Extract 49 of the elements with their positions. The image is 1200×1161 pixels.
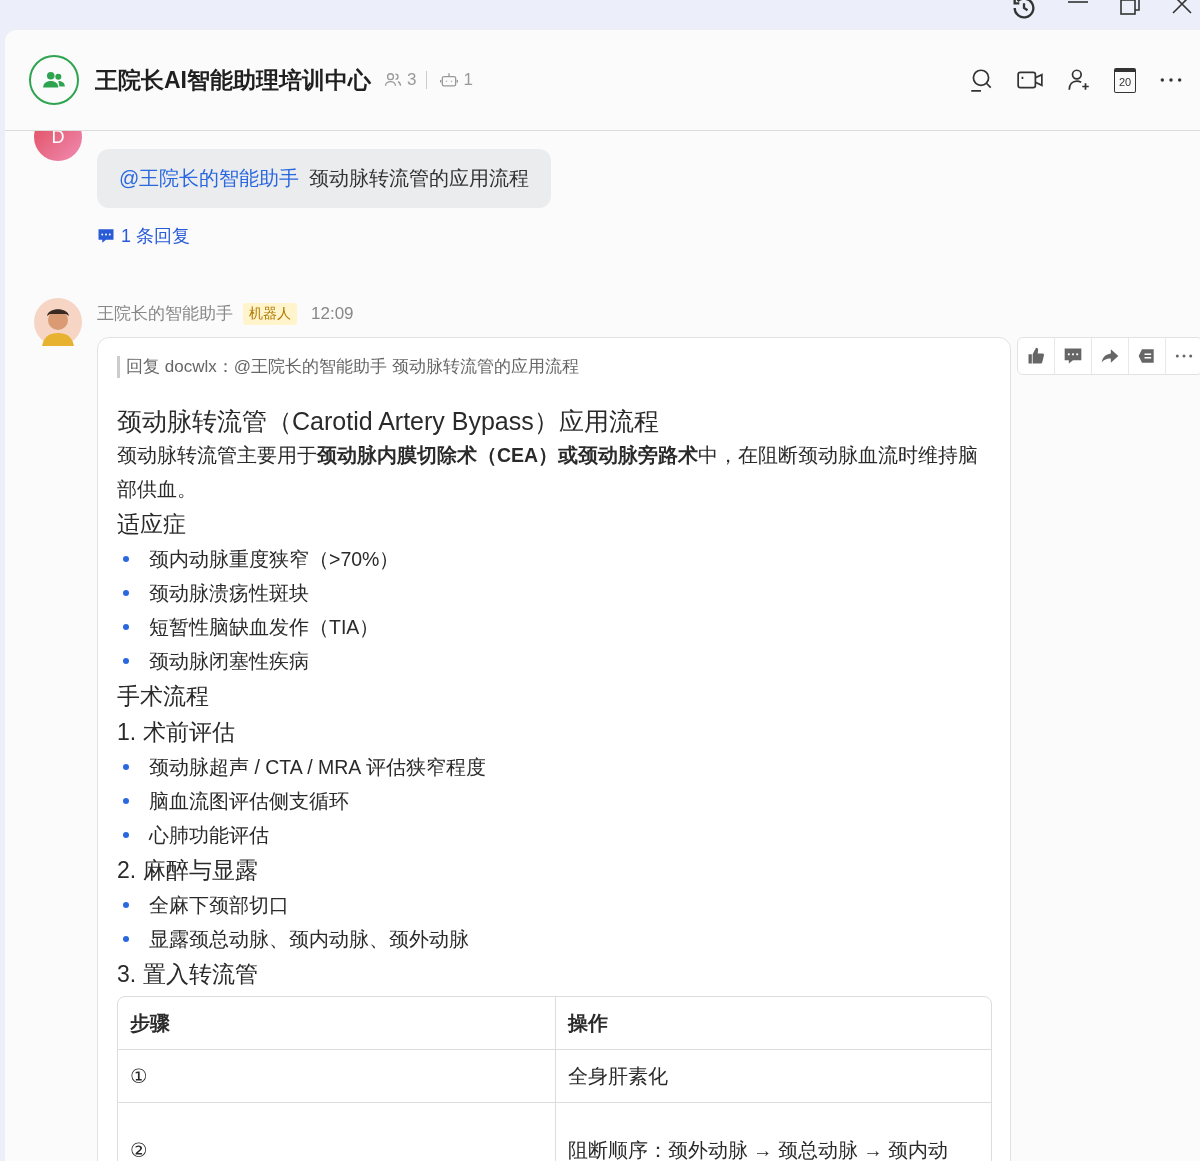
bullet-icon (123, 832, 129, 838)
message-text: 颈动脉转流管的应用流程 (309, 166, 530, 191)
bot-badge: 机器人 (243, 302, 297, 325)
section-heading: 手术流程 (117, 682, 210, 711)
list-item: 短暂性脑缺血发作（TIA） (149, 615, 380, 640)
answer-heading: 颈动脉转流管（Carotid Artery Bypass）应用流程 (117, 406, 660, 437)
bullet-icon (123, 658, 129, 664)
table-cell: 阻断顺序：颈外动脉 → 颈总动脉 → 颈内动 (554, 1103, 991, 1161)
bullet-icon (123, 556, 129, 562)
bullet-icon (123, 764, 129, 770)
restore-icon[interactable] (1118, 0, 1142, 18)
comment-icon (97, 227, 115, 245)
calendar-icon[interactable]: 20 (1114, 67, 1136, 93)
answer-paragraph: 颈动脉转流管主要用于颈动脉内膜切除术（CEA）或颈动脉旁路术中，在阻断颈动脉血流时维持脑部供血。 (117, 443, 980, 502)
list-item: 颈动脉超声 / CTA / MRA 评估狭窄程度 (149, 755, 486, 780)
bullet-icon (123, 590, 129, 596)
chat-title: 王院长AI智能助理培训中心 (95, 65, 371, 95)
list-item: 心肺功能评估 (149, 823, 269, 848)
bullet-icon (123, 798, 129, 804)
table-cell: 全身肝素化 (554, 1050, 991, 1102)
section-heading: 2. 麻醉与显露 (117, 856, 259, 885)
list-item: 颈动脉溃疡性斑块 (149, 581, 309, 606)
table-cell-text: ② (129, 1138, 149, 1161)
list-item: 颈动脉闭塞性疾病 (149, 649, 309, 674)
add-member-icon[interactable] (1066, 67, 1092, 93)
bot-count: 1 (463, 70, 473, 90)
member-count: 3 (407, 70, 417, 90)
list-item: 颈内动脉重度狭窄（>70%） (149, 547, 400, 572)
table-header: 步骤 (129, 1011, 171, 1036)
table-header: 操作 (554, 997, 991, 1049)
bot-avatar (34, 298, 82, 346)
section-heading: 适应症 (117, 510, 187, 539)
bullet-icon (123, 624, 129, 630)
section-heading: 3. 置入转流管 (117, 960, 259, 989)
table-cell-text: ① (129, 1064, 149, 1089)
mention-link[interactable]: @王院长的智能助手 (119, 165, 300, 192)
sender-name: 王院长的智能助手 (97, 303, 233, 325)
list-item: 全麻下颈部切口 (149, 893, 289, 918)
robot-icon (439, 70, 460, 90)
group-avatar (29, 55, 79, 105)
replies-link[interactable]: 1 条回复 (121, 224, 190, 248)
bullet-icon (123, 902, 129, 908)
message-time: 12:09 (311, 303, 354, 324)
section-heading: 1. 术前评估 (117, 718, 236, 747)
list-item: 脑血流图评估侧支循环 (149, 789, 349, 814)
list-item: 显露颈总动脉、颈内动脉、颈外动脉 (149, 927, 469, 952)
bullet-icon (123, 936, 129, 942)
search-icon[interactable] (968, 67, 994, 93)
quoted-reply: 回复 docwlx：@王院长的智能助手 颈动脉转流管的应用流程 (117, 356, 992, 378)
